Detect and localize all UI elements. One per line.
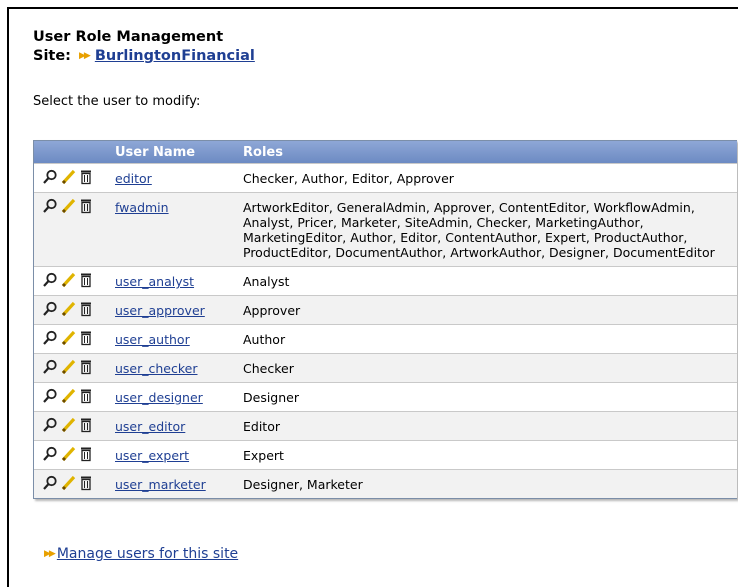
table-row: user_marketer Designer, Marketer [34,469,737,498]
inspect-icon[interactable] [42,417,60,433]
manage-users-line: ▶▶ Manage users for this site [44,546,238,562]
row-actions [34,353,115,383]
delete-trash-icon[interactable] [78,359,96,375]
table-row: fwadmin ArtworkEditor, GeneralAdmin, Appr… [34,192,737,267]
roles-cell: Checker [243,353,737,383]
delete-trash-icon[interactable] [78,301,96,317]
inspect-icon[interactable] [42,272,60,288]
site-link[interactable]: BurlingtonFinancial [95,48,255,64]
inspect-icon[interactable] [42,359,60,375]
roles-cell: Editor [243,411,737,441]
row-actions [34,163,115,193]
table-row: user_expert Expert [34,440,737,470]
user-name-cell: editor [115,163,243,193]
user-link[interactable]: user_expert [115,448,189,463]
user-name-cell: user_approver [115,295,243,325]
table-header-row: User Name Roles [34,141,737,164]
table-row: user_checker Checker [34,353,737,383]
inspect-icon[interactable] [42,169,60,185]
user-name-cell: user_checker [115,353,243,383]
table-row: user_designer Designer [34,382,737,412]
page-title: User Role Management [33,29,224,45]
row-actions [34,469,115,498]
table-row: user_editor Editor [34,411,737,441]
edit-pencil-icon[interactable] [60,301,78,317]
row-actions [34,382,115,412]
delete-trash-icon[interactable] [78,198,96,214]
delete-trash-icon[interactable] [78,388,96,404]
site-line: Site: ▶▶ BurlingtonFinancial [33,48,255,64]
row-actions [34,440,115,470]
roles-cell: Designer [243,382,737,412]
user-link[interactable]: user_editor [115,419,185,434]
user-link[interactable]: user_analyst [115,274,194,289]
user-name-cell: user_expert [115,440,243,470]
roles-cell: Expert [243,440,737,470]
edit-pencil-icon[interactable] [60,446,78,462]
row-actions [34,266,115,296]
inspect-icon[interactable] [42,446,60,462]
row-actions [34,324,115,354]
delete-trash-icon[interactable] [78,169,96,185]
row-actions [34,411,115,441]
users-table: User Name Roles editor Checker, Author, E… [34,141,737,498]
delete-trash-icon[interactable] [78,330,96,346]
table-row: user_approver Approver [34,295,737,325]
user-link[interactable]: user_designer [115,390,203,405]
roles-column-header: Roles [243,144,283,160]
row-actions [34,295,115,325]
edit-pencil-icon[interactable] [60,198,78,214]
manage-users-link[interactable]: Manage users for this site [57,546,238,562]
inspect-icon[interactable] [42,475,60,491]
edit-pencil-icon[interactable] [60,169,78,185]
table-row: editor Checker, Author, Editor, Approver [34,163,737,193]
row-actions [34,192,115,267]
inspect-icon[interactable] [42,301,60,317]
roles-cell: ArtworkEditor, GeneralAdmin, Approver, C… [243,192,737,267]
user-link[interactable]: user_checker [115,361,198,376]
table-row: user_analyst Analyst [34,266,737,296]
site-label: Site: [33,48,71,64]
roles-cell: Author [243,324,737,354]
delete-trash-icon[interactable] [78,272,96,288]
user-name-cell: user_editor [115,411,243,441]
edit-pencil-icon[interactable] [60,388,78,404]
user-link[interactable]: user_approver [115,303,205,318]
roles-cell: Approver [243,295,737,325]
users-table-container: User Name Roles editor Checker, Author, E… [33,140,737,499]
delete-trash-icon[interactable] [78,446,96,462]
roles-cell: Checker, Author, Editor, Approver [243,163,737,193]
inspect-icon[interactable] [42,388,60,404]
user-name-cell: user_analyst [115,266,243,296]
edit-pencil-icon[interactable] [60,330,78,346]
delete-trash-icon[interactable] [78,417,96,433]
user-name-cell: user_author [115,324,243,354]
roles-cell: Designer, Marketer [243,469,737,498]
user-link[interactable]: editor [115,171,152,186]
user-link[interactable]: user_marketer [115,477,206,492]
edit-pencil-icon[interactable] [60,417,78,433]
inspect-icon[interactable] [42,198,60,214]
edit-pencil-icon[interactable] [60,359,78,375]
double-arrow-icon: ▶▶ [44,549,56,559]
inspect-icon[interactable] [42,330,60,346]
user-link[interactable]: fwadmin [115,200,169,215]
icons-column-header [34,141,115,164]
user-name-cell: user_designer [115,382,243,412]
delete-trash-icon[interactable] [78,475,96,491]
user-name-cell: user_marketer [115,469,243,498]
edit-pencil-icon[interactable] [60,272,78,288]
user-name-cell: fwadmin [115,192,243,267]
user-link[interactable]: user_author [115,332,190,347]
edit-pencil-icon[interactable] [60,475,78,491]
user-name-column-header: User Name [115,144,196,160]
table-row: user_author Author [34,324,737,354]
double-arrow-icon: ▶▶ [78,51,91,61]
select-user-prompt: Select the user to modify: [33,94,201,109]
roles-cell: Analyst [243,266,737,296]
